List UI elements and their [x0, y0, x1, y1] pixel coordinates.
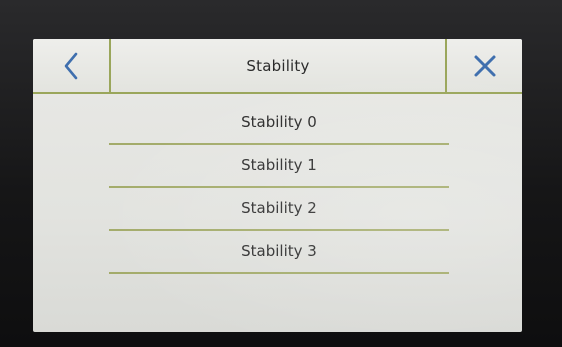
page-title: Stability	[246, 56, 310, 75]
option-label: Stability 1	[241, 155, 317, 174]
stability-options-list: Stability 0 Stability 1 Stability 2 Stab…	[109, 103, 449, 275]
stability-option-0[interactable]: Stability 0	[109, 103, 449, 146]
close-icon	[474, 55, 495, 76]
touch-screen: Stability Stability 0 Stability 1 Stabil…	[33, 39, 522, 332]
option-label: Stability 3	[241, 241, 317, 260]
chevron-left-icon	[64, 52, 78, 79]
option-label: Stability 2	[241, 198, 317, 217]
stability-option-2[interactable]: Stability 2	[109, 189, 449, 232]
option-label: Stability 0	[241, 112, 317, 131]
close-button[interactable]	[445, 39, 522, 92]
stability-option-3[interactable]: Stability 3	[109, 232, 449, 275]
stability-option-1[interactable]: Stability 1	[109, 146, 449, 189]
back-button[interactable]	[33, 39, 111, 92]
header-bar: Stability	[33, 39, 522, 94]
